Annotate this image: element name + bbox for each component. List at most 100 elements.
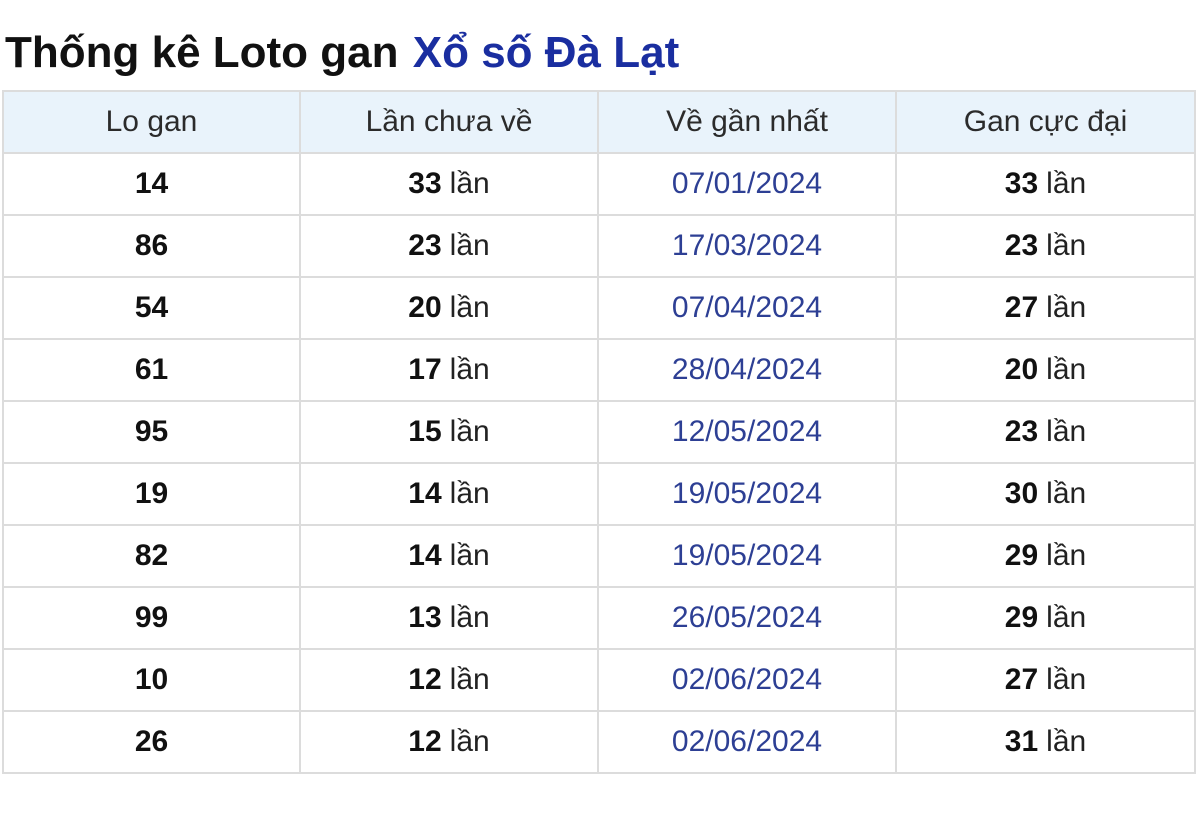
count-value: 29 [1004,601,1039,634]
cell-gan-cuc-dai: 30 lần [895,462,1196,526]
cell-lan-chua-ve: 14 lần [299,462,599,526]
cell-ve-gan-nhat: 02/06/2024 [597,648,897,712]
table-row: 14 33 lần 07/01/2024 33 lần [2,152,1196,216]
count-unit: lần [1046,601,1087,634]
cell-lo-gan: 99 [2,586,301,650]
cell-lo-gan: 95 [2,400,301,464]
cell-ve-gan-nhat: 19/05/2024 [597,462,897,526]
count-unit: lần [1046,167,1087,200]
page: Thống kê Loto gan Xổ số Đà Lạt Lo gan Lầ… [0,0,1200,819]
cell-lan-chua-ve: 15 lần [299,400,599,464]
count-value: 30 [1004,477,1039,510]
count-value: 12 [408,725,442,758]
cell-lan-chua-ve: 12 lần [299,648,599,712]
table-row: 95 15 lần 12/05/2024 23 lần [2,400,1196,464]
count-value: 17 [408,353,442,386]
header-lan-chua-ve: Lần chưa về [299,90,599,154]
cell-lo-gan: 86 [2,214,301,278]
cell-lan-chua-ve: 23 lần [299,214,599,278]
count-value: 27 [1004,663,1039,696]
count-unit: lần [1046,353,1087,386]
header-gan-cuc-dai: Gan cực đại [895,90,1196,154]
count-value: 14 [408,539,442,572]
count-unit: lần [449,663,490,696]
table-row: 26 12 lần 02/06/2024 31 lần [2,710,1196,774]
cell-lo-gan: 54 [2,276,301,340]
table-row: 10 12 lần 02/06/2024 27 lần [2,648,1196,712]
count-value: 27 [1004,291,1039,324]
count-unit: lần [449,291,490,324]
cell-lan-chua-ve: 13 lần [299,586,599,650]
count-unit: lần [1046,477,1087,510]
count-value: 33 [408,167,442,200]
cell-ve-gan-nhat: 07/01/2024 [597,152,897,216]
count-value: 31 [1004,725,1039,758]
count-value: 23 [1004,229,1039,262]
count-unit: lần [1046,663,1087,696]
count-unit: lần [449,601,490,634]
cell-lan-chua-ve: 12 lần [299,710,599,774]
table-header-row: Lo gan Lần chưa về Về gần nhất Gan cực đ… [2,90,1196,154]
table-row: 86 23 lần 17/03/2024 23 lần [2,214,1196,278]
count-value: 20 [1004,353,1039,386]
table-row: 61 17 lần 28/04/2024 20 lần [2,338,1196,402]
cell-ve-gan-nhat: 17/03/2024 [597,214,897,278]
table-row: 54 20 lần 07/04/2024 27 lần [2,276,1196,340]
cell-lo-gan: 26 [2,710,301,774]
header-ve-gan-nhat: Về gần nhất [597,90,897,154]
count-unit: lần [1046,415,1087,448]
loto-gan-table: Lo gan Lần chưa về Về gần nhất Gan cực đ… [2,90,1196,774]
cell-lan-chua-ve: 17 lần [299,338,599,402]
cell-gan-cuc-dai: 29 lần [895,524,1196,588]
table-body: 14 33 lần 07/01/2024 33 lần 86 23 lần 17/03/2024 2… [2,152,1196,774]
count-value: 20 [408,291,442,324]
cell-lo-gan: 10 [2,648,301,712]
cell-gan-cuc-dai: 33 lần [895,152,1196,216]
count-unit: lần [1046,539,1087,572]
count-unit: lần [449,477,490,510]
cell-gan-cuc-dai: 23 lần [895,400,1196,464]
cell-gan-cuc-dai: 31 lần [895,710,1196,774]
cell-gan-cuc-dai: 20 lần [895,338,1196,402]
count-unit: lần [449,229,490,262]
count-unit: lần [449,539,490,572]
count-value: 14 [408,477,442,510]
cell-lan-chua-ve: 20 lần [299,276,599,340]
cell-lo-gan: 14 [2,152,301,216]
table-row: 99 13 lần 26/05/2024 29 lần [2,586,1196,650]
cell-ve-gan-nhat: 12/05/2024 [597,400,897,464]
count-unit: lần [449,167,490,200]
count-unit: lần [449,353,490,386]
cell-lan-chua-ve: 33 lần [299,152,599,216]
cell-gan-cuc-dai: 27 lần [895,648,1196,712]
count-value: 29 [1004,539,1039,572]
cell-lo-gan: 82 [2,524,301,588]
cell-gan-cuc-dai: 29 lần [895,586,1196,650]
cell-ve-gan-nhat: 02/06/2024 [597,710,897,774]
count-unit: lần [449,725,490,758]
cell-ve-gan-nhat: 07/04/2024 [597,276,897,340]
cell-gan-cuc-dai: 23 lần [895,214,1196,278]
cell-ve-gan-nhat: 19/05/2024 [597,524,897,588]
count-value: 13 [408,601,442,634]
count-value: 12 [408,663,442,696]
title-text: Thống kê Loto gan [5,28,399,77]
count-value: 23 [1004,415,1039,448]
cell-gan-cuc-dai: 27 lần [895,276,1196,340]
page-title: Thống kê Loto gan Xổ số Đà Lạt [2,0,1200,90]
count-unit: lần [1046,725,1087,758]
cell-ve-gan-nhat: 28/04/2024 [597,338,897,402]
cell-ve-gan-nhat: 26/05/2024 [597,586,897,650]
count-unit: lần [1046,229,1087,262]
count-value: 15 [408,415,442,448]
count-value: 23 [408,229,442,262]
cell-lan-chua-ve: 14 lần [299,524,599,588]
table-row: 19 14 lần 19/05/2024 30 lần [2,462,1196,526]
count-unit: lần [449,415,490,448]
cell-lo-gan: 19 [2,462,301,526]
count-value: 33 [1004,167,1039,200]
title-link[interactable]: Xổ số Đà Lạt [413,28,680,77]
table-row: 82 14 lần 19/05/2024 29 lần [2,524,1196,588]
count-unit: lần [1046,291,1087,324]
cell-lo-gan: 61 [2,338,301,402]
